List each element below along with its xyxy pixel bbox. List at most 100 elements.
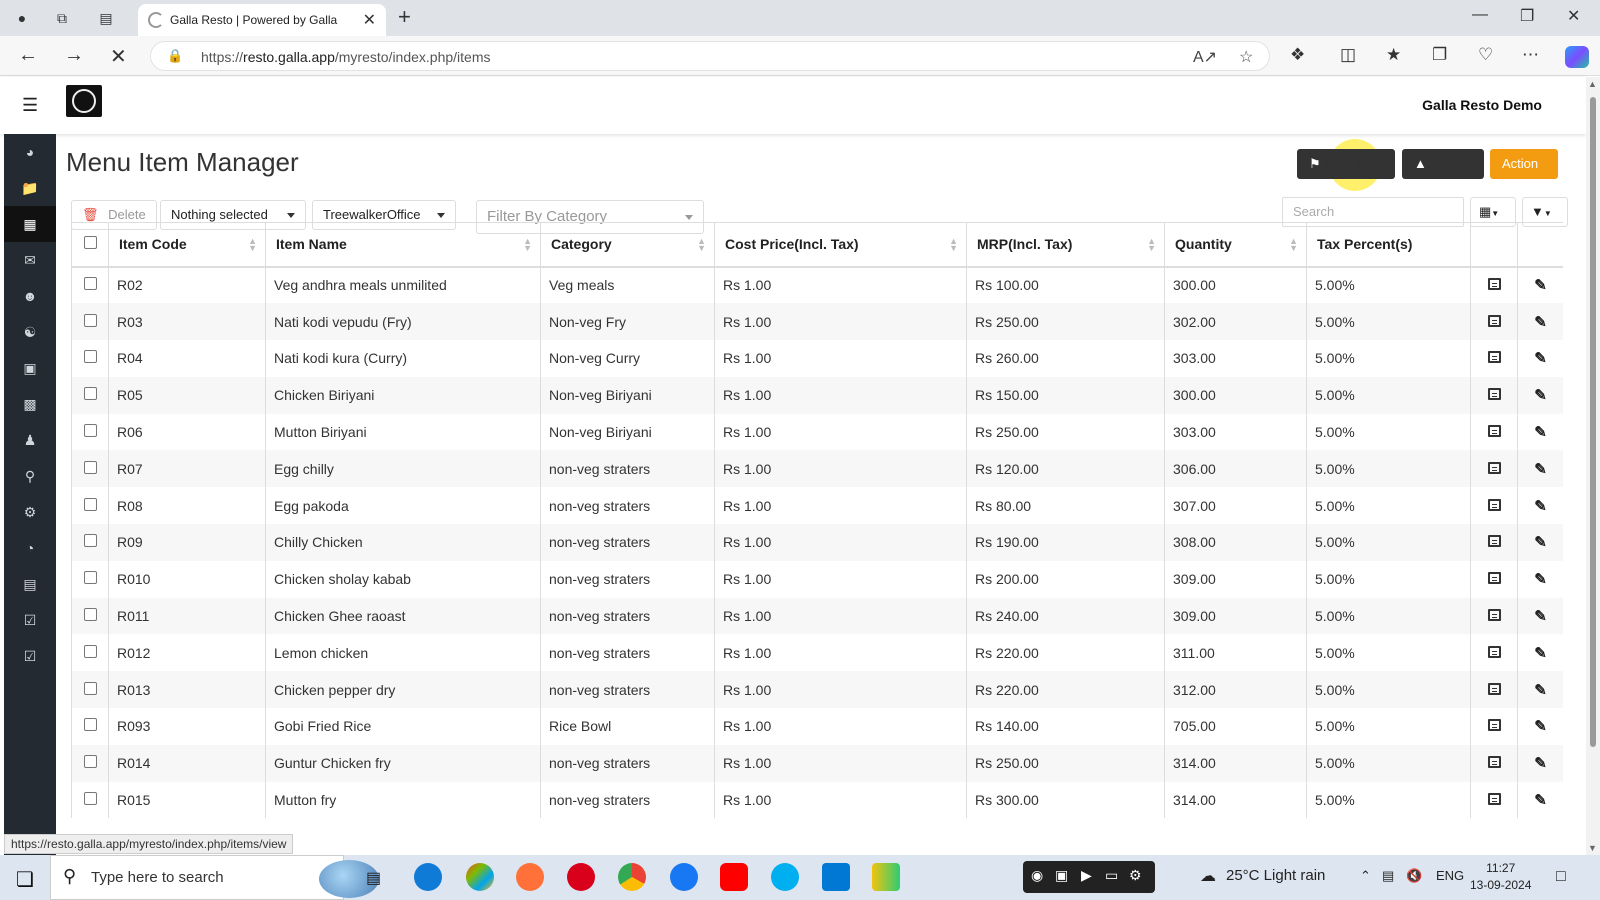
row-checkbox[interactable] xyxy=(84,681,97,695)
favorites-icon[interactable]: ★ xyxy=(1386,45,1401,65)
edit-icon[interactable]: ✎ xyxy=(1534,424,1547,441)
store-app-icon[interactable] xyxy=(822,863,850,891)
table-row[interactable]: R08 Egg pakoda non-veg straters Rs 1.00 Rs 8… xyxy=(71,487,1563,525)
tab-actions-icon[interactable]: ▤ xyxy=(96,8,116,28)
table-row[interactable]: R04 Nati kodi kura (Curry) Non-veg Curry Rs… xyxy=(71,340,1563,377)
edit-icon[interactable]: ✎ xyxy=(1534,755,1547,772)
close-window-icon[interactable]: ✕ xyxy=(1567,6,1580,26)
checkbox-icon[interactable]: ☑ xyxy=(4,602,56,638)
lock-icon[interactable]: 🔒 xyxy=(167,48,183,64)
edit-icon[interactable]: ✎ xyxy=(1534,682,1547,699)
view-details-icon[interactable] xyxy=(1487,572,1501,585)
extensions-icon[interactable]: ❖ xyxy=(1290,45,1305,65)
view-details-icon[interactable] xyxy=(1487,793,1501,806)
edit-icon[interactable]: ✎ xyxy=(1534,350,1547,367)
table-row[interactable]: R05 Chicken Biriyani Non-veg Biriyani Rs 1.… xyxy=(71,376,1563,414)
view-details-icon[interactable] xyxy=(1487,388,1501,401)
import-button[interactable]: ▲ Import xyxy=(1402,149,1484,201)
page-scrollbar[interactable]: ▲ ▼ xyxy=(1586,77,1600,855)
edit-icon[interactable]: ✎ xyxy=(1534,792,1547,809)
brand-logo[interactable] xyxy=(66,85,102,117)
store-icon[interactable]: ▩ xyxy=(4,386,56,422)
read-aloud-icon[interactable]: A↗ xyxy=(1193,47,1217,67)
collections-icon[interactable]: ❐ xyxy=(1432,45,1447,65)
copilot-icon[interactable] xyxy=(1565,46,1589,68)
view-details-icon[interactable] xyxy=(1487,682,1501,695)
window-icon[interactable]: ▭ xyxy=(1105,867,1118,884)
users-icon[interactable]: ♟ xyxy=(4,422,56,458)
row-checkbox[interactable] xyxy=(84,644,97,658)
table-row[interactable]: R06 Mutton Biriyani Non-veg Biriyani Rs 1.0… xyxy=(71,413,1563,451)
row-checkbox[interactable] xyxy=(84,571,97,585)
table-row[interactable]: R013 Chicken pepper dry non-veg straters Rs… xyxy=(71,671,1563,709)
url-field[interactable]: 🔒 https://resto.galla.app/myresto/index.… xyxy=(150,41,1270,71)
edit-icon[interactable]: ✎ xyxy=(1534,718,1547,735)
settings-gear-icon[interactable]: ⚙ xyxy=(4,494,56,530)
gift-icon[interactable]: ▣ xyxy=(4,350,56,386)
col-header-mrp[interactable]: MRP(Incl. Tax) ▲ ▼ xyxy=(966,222,1165,268)
youtube-app-icon[interactable] xyxy=(720,863,748,891)
restore-icon[interactable]: ❐ xyxy=(1520,6,1534,26)
table-row[interactable]: R012 Lemon chicken non-veg straters Rs 1.00… xyxy=(71,634,1563,672)
task-view-icon[interactable]: ▤ xyxy=(366,868,381,888)
scroll-up-icon[interactable]: ▲ xyxy=(1588,79,1597,89)
edit-icon[interactable]: ✎ xyxy=(1534,571,1547,588)
edit-icon[interactable]: ✎ xyxy=(1534,608,1547,625)
col-header-category[interactable]: Category ▲ ▼ xyxy=(540,222,715,268)
table-row[interactable]: R03 Nati kodi vepudu (Fry) Non-veg Fry Rs 1… xyxy=(71,303,1563,341)
table-row[interactable]: R010 Chicken sholay kabab non-veg straters… xyxy=(71,560,1563,598)
view-details-icon[interactable] xyxy=(1487,719,1501,732)
view-details-icon[interactable] xyxy=(1487,645,1501,658)
row-checkbox[interactable] xyxy=(84,424,97,438)
view-details-icon[interactable] xyxy=(1487,425,1501,438)
view-details-icon[interactable] xyxy=(1487,278,1501,291)
edit-icon[interactable]: ✎ xyxy=(1534,387,1547,404)
language-indicator[interactable]: ENG xyxy=(1436,868,1464,883)
workspaces-icon[interactable]: ⧉ xyxy=(52,8,72,28)
view-details-icon[interactable] xyxy=(1487,535,1501,548)
copilot-app-icon[interactable] xyxy=(466,863,494,891)
row-checkbox[interactable] xyxy=(84,534,97,548)
row-checkbox[interactable] xyxy=(84,277,97,291)
edit-icon[interactable]: ✎ xyxy=(1534,534,1547,551)
minimize-icon[interactable]: — xyxy=(1472,6,1488,24)
view-details-icon[interactable] xyxy=(1487,314,1501,327)
view-details-icon[interactable] xyxy=(1487,498,1501,511)
new-tab-icon[interactable]: + xyxy=(398,4,411,30)
col-header-cost-price[interactable]: Cost Price(Incl. Tax) ▲ ▼ xyxy=(714,222,967,268)
row-checkbox[interactable] xyxy=(84,608,97,622)
edit-icon[interactable]: ✎ xyxy=(1534,498,1547,515)
new-item-button[interactable]: ⚑ New Item xyxy=(1297,149,1395,179)
row-checkbox[interactable] xyxy=(84,718,97,732)
row-checkbox[interactable] xyxy=(84,313,97,327)
table-row[interactable]: R02 Veg andhra meals unmilited Veg meals Rs… xyxy=(71,266,1563,304)
profile-icon[interactable]: ● xyxy=(12,8,32,28)
hamburger-menu-icon[interactable]: ☰ xyxy=(22,95,38,116)
volume-muted-icon[interactable]: 🔇 xyxy=(1406,868,1422,884)
view-details-icon[interactable] xyxy=(1487,351,1501,364)
table-row[interactable]: R014 Guntur Chicken fry non-veg straters Rs… xyxy=(71,744,1563,782)
camera-icon[interactable]: ▣ xyxy=(1055,867,1068,884)
row-checkbox[interactable] xyxy=(84,350,97,364)
split-screen-icon[interactable]: ◫ xyxy=(1340,45,1356,65)
location-icon[interactable]: ⚲ xyxy=(4,458,56,494)
folder-icon[interactable]: 📁 xyxy=(4,170,56,206)
edit-icon[interactable]: ✎ xyxy=(1534,277,1547,294)
row-checkbox[interactable] xyxy=(84,387,97,401)
table-row[interactable]: R093 Gobi Fried Rice Rice Bowl Rs 1.00 Rs 14… xyxy=(71,708,1563,745)
megaphone-icon[interactable]: ✉ xyxy=(4,242,56,278)
gear-icon[interactable]: ⚙ xyxy=(1129,867,1142,884)
browser-essentials-icon[interactable]: ♡ xyxy=(1478,45,1493,65)
media-control-bar[interactable]: ◉ ▣ ▶ ▭ ⚙ xyxy=(1023,861,1155,893)
video-icon[interactable]: ▶ xyxy=(1081,867,1092,884)
firefox-app-icon[interactable] xyxy=(516,863,544,891)
pie-chart-icon[interactable]: ◔ xyxy=(4,530,56,566)
checkbox-icon-2[interactable]: ☑ xyxy=(4,638,56,674)
network-icon[interactable]: ▤ xyxy=(1382,868,1394,884)
col-header-item-code[interactable]: Item Code ▲ ▼ xyxy=(108,222,266,268)
row-checkbox[interactable] xyxy=(84,792,97,806)
chrome-app-icon[interactable] xyxy=(618,863,646,891)
col-header-tax[interactable]: Tax Percent(s) xyxy=(1306,222,1471,268)
weather-icon[interactable]: ☁ xyxy=(1200,866,1216,886)
scroll-thumb[interactable] xyxy=(1590,97,1596,747)
